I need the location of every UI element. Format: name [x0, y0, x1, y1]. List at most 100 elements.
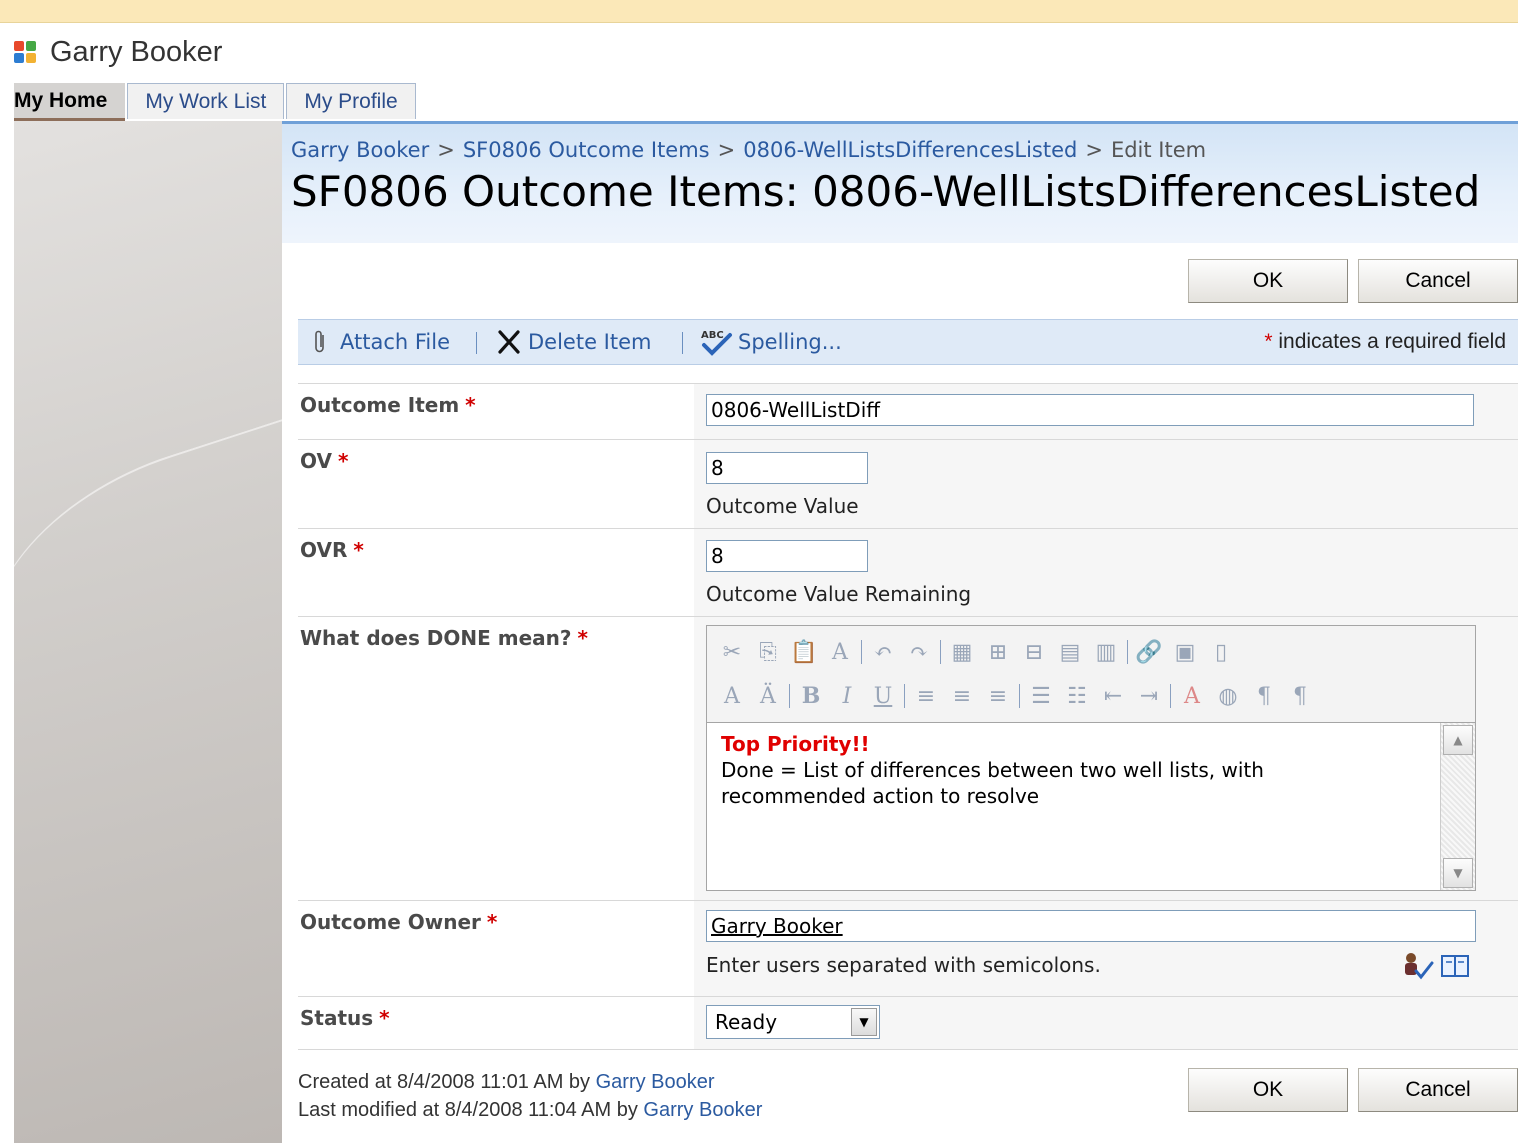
- page-title: SF0806 Outcome Items: 0806-WellListsDiff…: [291, 167, 1481, 216]
- browse-address-book-icon[interactable]: [1440, 953, 1470, 979]
- align-left-icon[interactable]: ≡: [911, 681, 941, 711]
- breadcrumb-separator: >: [1085, 138, 1103, 162]
- row-done: What does DONE mean? * ✂ ⎘ 📋 A ↶ ↷ ▦ ⊞ ⊟ …: [298, 616, 1518, 900]
- ov-description: Outcome Value: [706, 494, 859, 518]
- spellcheck-icon: ABC: [701, 330, 732, 356]
- ok-button-top[interactable]: OK: [1188, 259, 1348, 303]
- outcome-item-label-text: Outcome Item: [300, 393, 460, 417]
- decorative-swoosh: [14, 405, 282, 779]
- ov-input[interactable]: 8: [706, 452, 868, 484]
- bulleted-list-icon[interactable]: ☷: [1062, 681, 1092, 711]
- row-ov: OV * 8 Outcome Value: [298, 439, 1518, 528]
- site-logo-icon: [14, 41, 36, 63]
- created-by-link[interactable]: Garry Booker: [596, 1071, 715, 1093]
- vertical-scrollbar[interactable]: ▲ ▼: [1440, 723, 1475, 890]
- priority-text: Top Priority!!: [721, 732, 870, 756]
- rich-text-content: Top Priority!! Done = List of difference…: [721, 731, 1441, 809]
- scroll-up-icon[interactable]: ▲: [1443, 725, 1473, 755]
- undo-icon[interactable]: ↶: [868, 637, 898, 667]
- rte-divider: [1127, 640, 1128, 664]
- breadcrumb-separator: >: [437, 138, 455, 162]
- breadcrumb-separator: >: [717, 138, 736, 162]
- align-right-icon[interactable]: ≡: [983, 681, 1013, 711]
- toolbar-divider: [476, 332, 477, 354]
- site-header: Garry Booker: [14, 30, 222, 74]
- ok-button-bottom[interactable]: OK: [1188, 1068, 1348, 1112]
- modified-by-link[interactable]: Garry Booker: [643, 1099, 762, 1121]
- increase-indent-icon[interactable]: ⇥: [1134, 681, 1164, 711]
- tab-my-profile[interactable]: My Profile: [286, 83, 416, 119]
- text-color-icon[interactable]: A: [1177, 681, 1207, 711]
- outcome-item-input[interactable]: 0806-WellListDiff: [706, 394, 1474, 426]
- numbered-list-icon[interactable]: ☰: [1026, 681, 1056, 711]
- left-to-right-icon[interactable]: ¶: [1249, 681, 1279, 711]
- tab-my-home[interactable]: My Home: [14, 83, 126, 121]
- toolbar-divider: [682, 332, 683, 354]
- rte-divider: [789, 684, 790, 708]
- insert-table-icon[interactable]: ▦: [947, 637, 977, 667]
- ov-label: OV *: [298, 440, 694, 528]
- chevron-down-icon[interactable]: ▼: [851, 1008, 877, 1036]
- required-star: *: [486, 910, 498, 934]
- rich-text-content-area[interactable]: Top Priority!! Done = List of difference…: [707, 722, 1475, 890]
- font-icon[interactable]: A: [717, 681, 747, 711]
- form-toolbar: Attach File Delete Item ABC Spelling... …: [298, 319, 1518, 365]
- row-outcome-item: Outcome Item * 0806-WellListDiff: [298, 383, 1518, 439]
- ovr-body: 8 Outcome Value Remaining: [694, 529, 1518, 616]
- status-label: Status *: [298, 997, 694, 1049]
- insert-link-icon[interactable]: 🔗: [1134, 637, 1164, 667]
- created-line: Created at 8/4/2008 11:01 AM by Garry Bo…: [298, 1068, 762, 1096]
- ov-label-text: OV: [300, 449, 332, 473]
- italic-icon[interactable]: I: [832, 681, 862, 711]
- required-star: *: [465, 393, 476, 417]
- check-names-icon[interactable]: [1402, 951, 1434, 981]
- tab-my-work-list[interactable]: My Work List: [127, 83, 285, 119]
- delete-x-icon: [498, 330, 520, 354]
- insert-image-icon[interactable]: ▣: [1170, 637, 1200, 667]
- ov-body: 8 Outcome Value: [694, 440, 1518, 528]
- insert-column-icon[interactable]: ⊟: [1019, 637, 1049, 667]
- rte-toolbar-row-1: ✂ ⎘ 📋 A ↶ ↷ ▦ ⊞ ⊟ ▤ ▥ 🔗 ▣ ▯: [717, 634, 1242, 670]
- right-to-left-icon[interactable]: ¶: [1285, 681, 1315, 711]
- copy-icon[interactable]: ⎘: [753, 637, 783, 667]
- people-picker-hint: Enter users separated with semicolons.: [706, 953, 1101, 977]
- required-field-note: * indicates a required field: [1264, 320, 1506, 364]
- attach-file-button[interactable]: Attach File: [312, 320, 450, 364]
- ovr-description: Outcome Value Remaining: [706, 582, 972, 606]
- breadcrumb-link-item[interactable]: 0806-WellListsDifferencesListed: [743, 138, 1077, 162]
- status-select[interactable]: Ready ▼: [706, 1005, 880, 1039]
- insert-row-icon[interactable]: ⊞: [983, 637, 1013, 667]
- row-outcome-owner: Outcome Owner * Garry Booker Enter users …: [298, 900, 1518, 996]
- align-center-icon[interactable]: ≡: [947, 681, 977, 711]
- ovr-input[interactable]: 8: [706, 540, 868, 572]
- rte-toolbar-row-2: A Ä B I U ≡ ≡ ≡ ☰ ☷ ⇤ ⇥ A ◍ ¶ ¶: [717, 678, 1321, 714]
- required-star: *: [353, 538, 364, 562]
- breadcrumb: Garry Booker > SF0806 Outcome Items >0806-W…: [291, 138, 1206, 162]
- item-metadata: Created at 8/4/2008 11:01 AM by Garry Bo…: [298, 1068, 762, 1124]
- split-cells-icon[interactable]: ▥: [1091, 637, 1121, 667]
- edit-source-icon[interactable]: ▯: [1206, 637, 1236, 667]
- underline-icon[interactable]: U: [868, 681, 898, 711]
- breadcrumb-link-site[interactable]: Garry Booker: [291, 138, 429, 162]
- done-text-line-2: recommended action to resolve: [721, 784, 1040, 808]
- breadcrumb-link-list[interactable]: SF0806 Outcome Items: [463, 138, 710, 162]
- paste-icon[interactable]: 📋: [789, 637, 819, 667]
- decrease-indent-icon[interactable]: ⇤: [1098, 681, 1128, 711]
- svg-text:ABC: ABC: [701, 330, 724, 341]
- spelling-button[interactable]: ABC Spelling...: [700, 320, 842, 364]
- required-star: *: [337, 449, 349, 473]
- redo-icon[interactable]: ↷: [904, 637, 934, 667]
- cancel-button-bottom[interactable]: Cancel: [1358, 1068, 1518, 1112]
- merge-cells-icon[interactable]: ▤: [1055, 637, 1085, 667]
- bold-icon[interactable]: B: [796, 681, 826, 711]
- scroll-down-icon[interactable]: ▼: [1443, 858, 1473, 888]
- highlight-color-icon[interactable]: ◍: [1213, 681, 1243, 711]
- required-star: *: [577, 626, 588, 650]
- cancel-button-top[interactable]: Cancel: [1358, 259, 1518, 303]
- cut-icon[interactable]: ✂: [717, 637, 747, 667]
- clear-format-icon[interactable]: A: [825, 637, 855, 667]
- people-picker-input[interactable]: Garry Booker: [706, 910, 1476, 942]
- delete-item-button[interactable]: Delete Item: [496, 320, 651, 364]
- font-size-icon[interactable]: Ä: [753, 681, 783, 711]
- status-body: Ready ▼: [694, 997, 1518, 1049]
